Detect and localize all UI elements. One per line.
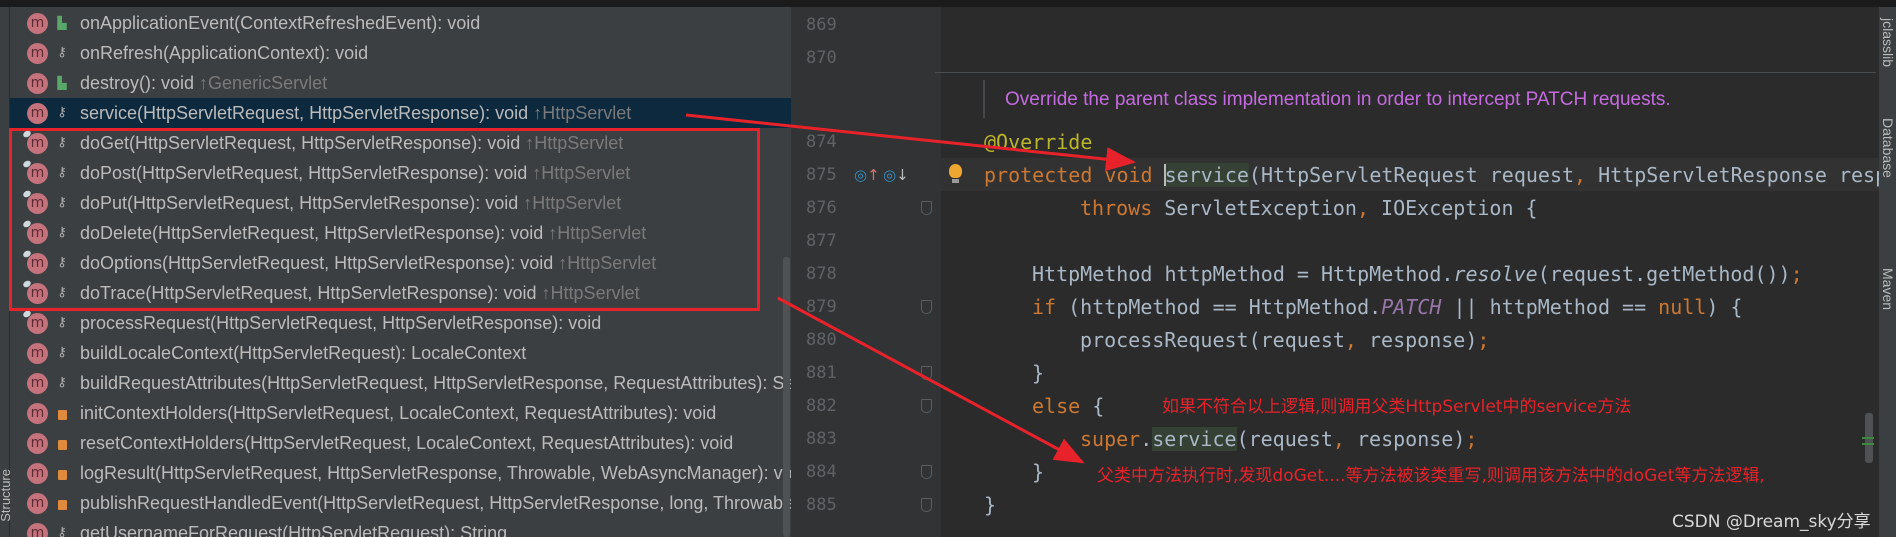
arrow-to-service	[685, 113, 1136, 172]
watermark: CSDN @Dream_sky分享	[1672, 512, 1871, 532]
arrow-to-super-service	[777, 296, 1085, 464]
annotation-note-else: 如果不符合以上逻辑,则调用父类HttpServlet中的service方法	[1162, 397, 1632, 417]
annotation-note-doget: 父类中方法执行时,发现doGet....等方法被该类重写,则调用该方法中的doG…	[1097, 466, 1765, 486]
annotation-arrows	[685, 113, 1136, 464]
